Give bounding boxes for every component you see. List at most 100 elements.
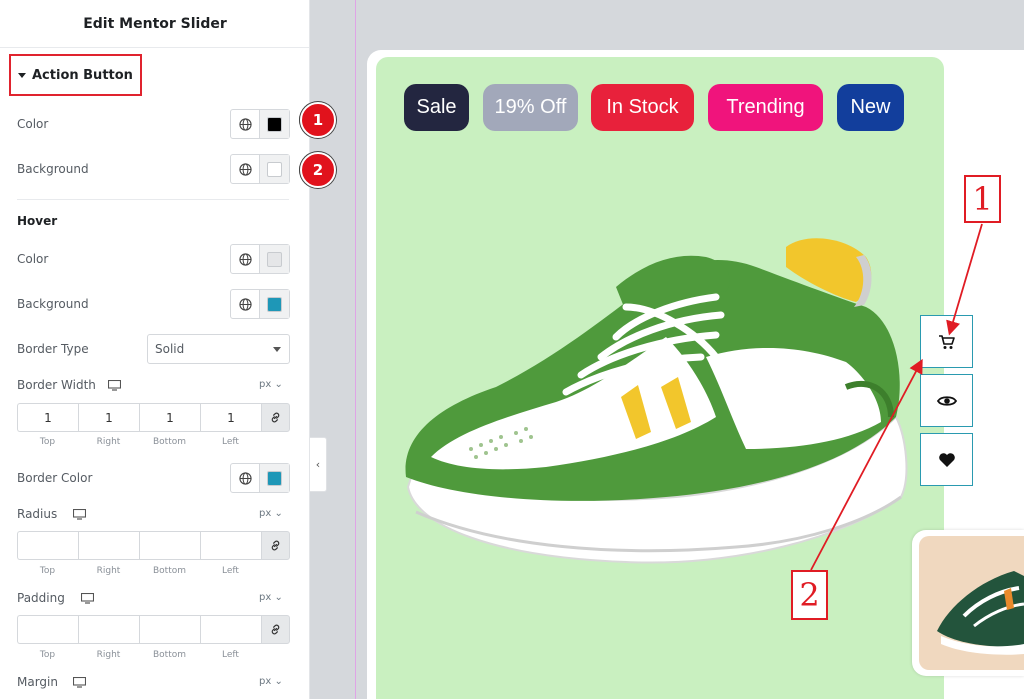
side-label-top: Top — [39, 650, 56, 660]
border-width-label: Border Width — [17, 378, 96, 392]
border-width-top[interactable]: 1 — [17, 403, 78, 432]
border-width-unit[interactable]: px ⌄ — [259, 379, 283, 390]
color-control — [230, 109, 290, 139]
globe-icon — [238, 297, 252, 311]
cart-icon — [938, 334, 955, 349]
padding-unit[interactable]: px ⌄ — [259, 592, 283, 603]
hover-background-control — [230, 289, 290, 319]
border-width-bottom[interactable]: 1 — [139, 403, 200, 432]
globe-icon — [238, 162, 252, 176]
heart-icon — [938, 452, 955, 467]
step-badge-1: 1 — [300, 102, 336, 138]
global-colors-button[interactable] — [231, 110, 260, 138]
padding-bottom[interactable] — [139, 615, 200, 644]
radius-right[interactable] — [78, 531, 139, 560]
border-width-right[interactable]: 1 — [78, 403, 139, 432]
link-values-button[interactable] — [261, 615, 290, 644]
color-label: Color — [17, 117, 49, 131]
tag-discount: 19% Off — [483, 84, 578, 131]
padding-right[interactable] — [78, 615, 139, 644]
eye-icon — [936, 395, 957, 406]
border-color-swatch[interactable] — [267, 470, 282, 486]
side-label-bottom: Bottom — [152, 566, 186, 576]
globe-icon — [238, 471, 252, 485]
side-label-bottom: Bottom — [152, 650, 186, 660]
side-label-top: Top — [39, 566, 56, 576]
quick-view-button[interactable] — [920, 374, 973, 427]
desktop-icon[interactable] — [73, 509, 86, 520]
margin-label: Margin — [17, 675, 58, 689]
hover-heading: Hover — [17, 214, 58, 228]
chevron-left-icon: ‹ — [315, 458, 321, 471]
add-to-cart-button[interactable] — [920, 315, 973, 368]
hover-color-swatch[interactable] — [267, 251, 282, 267]
radius-left[interactable] — [200, 531, 261, 560]
padding-top[interactable] — [17, 615, 78, 644]
background-control — [230, 154, 290, 184]
border-width-inputs: 1 1 1 1 — [17, 403, 290, 432]
section-toggle-action-button[interactable]: Action Button — [9, 54, 142, 96]
border-type-select[interactable]: Solid — [147, 334, 290, 364]
radius-top[interactable] — [17, 531, 78, 560]
margin-unit[interactable]: px ⌄ — [259, 676, 283, 687]
sneaker-image — [405, 238, 908, 564]
padding-side-labels: Top Right Bottom Left — [17, 650, 261, 660]
color-swatch[interactable] — [267, 116, 282, 132]
border-color-control — [230, 463, 290, 493]
padding-inputs — [17, 615, 290, 644]
link-icon — [271, 540, 280, 551]
desktop-icon[interactable] — [81, 593, 94, 604]
radius-label: Radius — [17, 507, 58, 521]
desktop-icon[interactable] — [73, 677, 86, 688]
border-type-value: Solid — [155, 342, 185, 356]
caret-down-icon — [18, 72, 26, 78]
section-title: Action Button — [32, 67, 133, 83]
radius-bottom[interactable] — [139, 531, 200, 560]
radius-unit[interactable]: px ⌄ — [259, 508, 283, 519]
global-colors-button[interactable] — [231, 245, 260, 273]
divider — [17, 199, 289, 200]
step-badge-2: 2 — [300, 152, 336, 188]
tag-new: New — [837, 84, 904, 131]
side-label-top: Top — [39, 437, 56, 447]
side-label-left: Left — [222, 437, 239, 447]
panel-collapse-button[interactable]: ‹ — [310, 437, 327, 492]
wishlist-button[interactable] — [920, 433, 973, 486]
border-width-left[interactable]: 1 — [200, 403, 261, 432]
link-values-button[interactable] — [261, 531, 290, 560]
link-icon — [271, 412, 280, 423]
callout-1: 1 — [964, 175, 1001, 223]
background-swatch[interactable] — [267, 161, 282, 177]
thumbnail-image — [919, 536, 1024, 670]
chevron-down-icon — [273, 347, 281, 352]
desktop-icon[interactable] — [108, 380, 121, 391]
global-colors-button[interactable] — [231, 290, 260, 318]
canvas-guide-line — [355, 0, 356, 699]
background-label: Background — [17, 162, 89, 176]
editor-panel: Edit Mentor Slider Action Button Color 1… — [0, 0, 310, 699]
border-color-label: Border Color — [17, 471, 93, 485]
padding-label: Padding — [17, 591, 65, 605]
globe-icon — [238, 117, 252, 131]
radius-inputs — [17, 531, 290, 560]
side-label-bottom: Bottom — [152, 437, 186, 447]
hover-color-control — [230, 244, 290, 274]
tag-sale: Sale — [404, 84, 469, 131]
side-label-right: Right — [96, 566, 121, 576]
globe-icon — [238, 252, 252, 266]
hover-background-swatch[interactable] — [267, 296, 282, 312]
global-colors-button[interactable] — [231, 464, 260, 492]
global-colors-button[interactable] — [231, 155, 260, 183]
link-icon — [271, 624, 280, 635]
tag-in-stock: In Stock — [591, 84, 694, 131]
side-label-left: Left — [222, 566, 239, 576]
padding-left[interactable] — [200, 615, 261, 644]
border-width-side-labels: Top Right Bottom Left — [17, 437, 261, 447]
panel-title: Edit Mentor Slider — [0, 0, 309, 48]
hover-background-label: Background — [17, 297, 89, 311]
side-label-left: Left — [222, 650, 239, 660]
link-values-button[interactable] — [261, 403, 290, 432]
side-label-right: Right — [96, 437, 121, 447]
callout-2: 2 — [791, 570, 828, 620]
product-slide — [376, 57, 944, 699]
